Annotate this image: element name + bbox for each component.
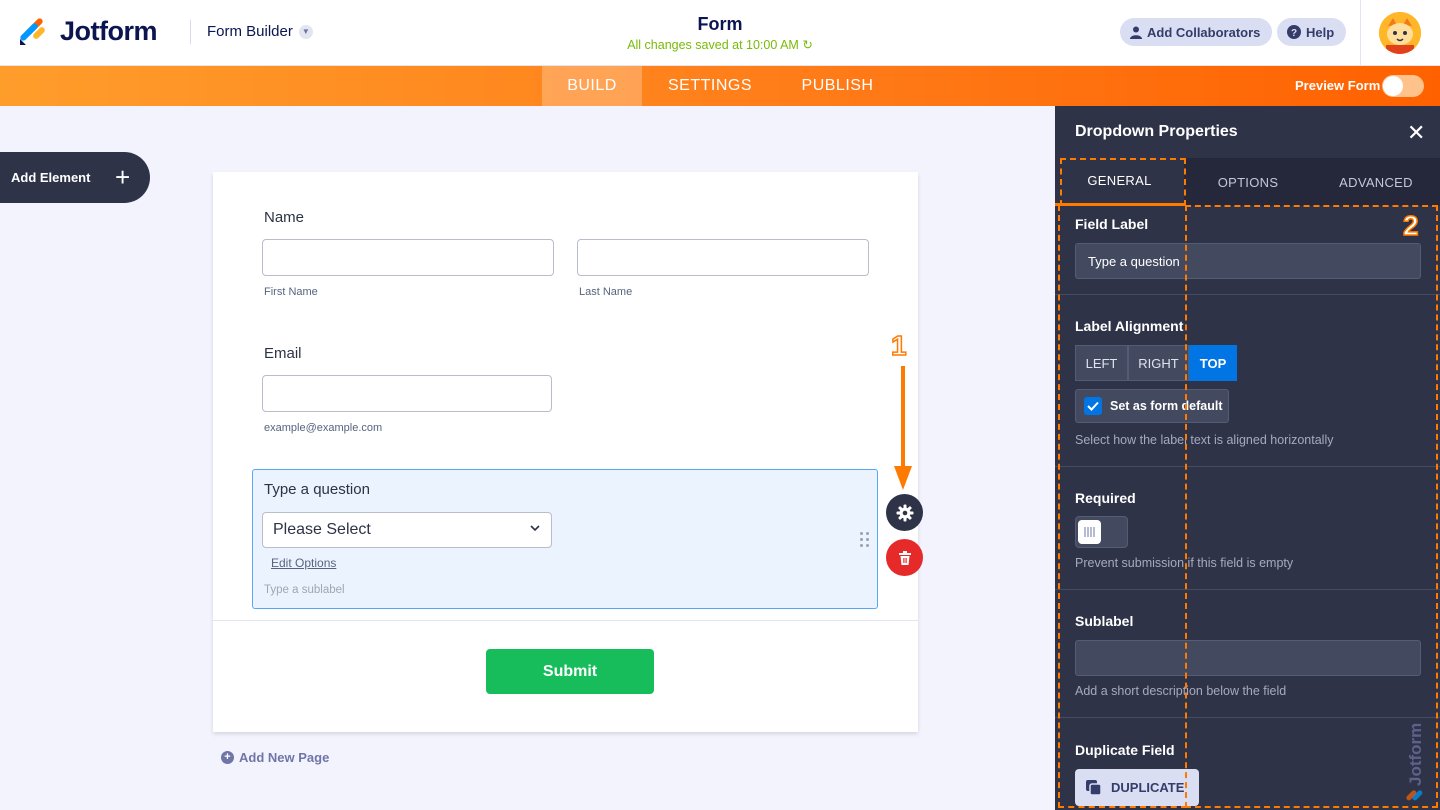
chevron-down-icon bbox=[529, 521, 541, 537]
add-collaborators-label: Add Collaborators bbox=[1147, 24, 1261, 40]
plus-icon: + bbox=[221, 751, 234, 764]
tab-advanced[interactable]: ADVANCED bbox=[1312, 158, 1440, 206]
header-separator bbox=[1360, 0, 1361, 66]
submit-button[interactable]: Submit bbox=[486, 649, 654, 694]
arrow-down-icon bbox=[894, 366, 912, 490]
email-input[interactable] bbox=[262, 375, 552, 412]
tab-options[interactable]: OPTIONS bbox=[1184, 158, 1312, 206]
save-status-text: All changes saved at 10:00 AM bbox=[627, 38, 799, 52]
question-label[interactable]: Type a question bbox=[264, 481, 370, 498]
properties-panel: Dropdown Properties ✕ GENERAL OPTIONS AD… bbox=[1055, 106, 1440, 810]
help-icon: ? bbox=[1287, 25, 1301, 39]
select-value: Please Select bbox=[273, 521, 371, 538]
first-name-sublabel: First Name bbox=[264, 286, 318, 298]
name-label[interactable]: Name bbox=[264, 209, 304, 226]
annotation-general-tab-highlight bbox=[1060, 158, 1186, 206]
avatar[interactable] bbox=[1379, 12, 1421, 54]
email-label[interactable]: Email bbox=[264, 345, 302, 362]
svg-text:Jotform: Jotform bbox=[1406, 723, 1425, 786]
card-divider bbox=[213, 620, 918, 621]
annotation-number-1: 1 bbox=[890, 329, 907, 362]
sublabel-placeholder[interactable]: Type a sublabel bbox=[264, 584, 345, 596]
help-button[interactable]: ? Help bbox=[1277, 18, 1347, 46]
tab-publish[interactable]: PUBLISH bbox=[780, 66, 895, 106]
tab-build[interactable]: BUILD bbox=[542, 66, 642, 106]
annotation-panel-highlight-left bbox=[1058, 205, 1187, 808]
tab-settings[interactable]: SETTINGS bbox=[652, 66, 768, 106]
last-name-input[interactable] bbox=[577, 239, 869, 276]
trash-icon bbox=[898, 550, 911, 565]
add-new-page-label: Add New Page bbox=[239, 750, 330, 765]
last-name-sublabel: Last Name bbox=[579, 286, 633, 298]
dropdown-select[interactable]: Please Select bbox=[262, 512, 552, 548]
avatar-icon bbox=[1379, 12, 1421, 54]
user-icon bbox=[1130, 26, 1142, 39]
jotform-watermark-icon: Jotform bbox=[1406, 723, 1425, 801]
add-element-button[interactable]: Add Element + bbox=[0, 152, 150, 203]
preview-toggle[interactable] bbox=[1382, 75, 1424, 97]
top-header: Jotform Form Builder ▼ Form All changes … bbox=[0, 0, 1440, 66]
annotation-number-2: 2 bbox=[1402, 209, 1419, 242]
add-collaborators-button[interactable]: Add Collaborators bbox=[1120, 18, 1273, 46]
toggle-knob bbox=[1383, 76, 1403, 96]
delete-field-button[interactable] bbox=[886, 539, 923, 576]
close-icon[interactable]: ✕ bbox=[1407, 120, 1425, 146]
add-new-page-button[interactable]: + Add New Page bbox=[221, 750, 329, 765]
svg-text:?: ? bbox=[1291, 28, 1297, 39]
drag-handle-icon[interactable] bbox=[860, 532, 870, 548]
panel-title: Dropdown Properties bbox=[1075, 123, 1238, 140]
email-sublabel: example@example.com bbox=[264, 422, 383, 434]
edit-options-link[interactable]: Edit Options bbox=[271, 556, 336, 570]
refresh-icon: ↻ bbox=[802, 38, 813, 52]
add-element-label: Add Element bbox=[11, 170, 91, 185]
builder-nav: BUILD SETTINGS PUBLISH Preview Form bbox=[0, 66, 1440, 106]
preview-form-label: Preview Form bbox=[1295, 78, 1381, 93]
gear-icon bbox=[896, 504, 913, 521]
field-properties-button[interactable] bbox=[886, 494, 923, 531]
form-card: Name First Name Last Name Email example@… bbox=[213, 172, 918, 732]
help-label: Help bbox=[1306, 24, 1335, 40]
first-name-input[interactable] bbox=[262, 239, 554, 276]
plus-icon: + bbox=[115, 162, 131, 192]
